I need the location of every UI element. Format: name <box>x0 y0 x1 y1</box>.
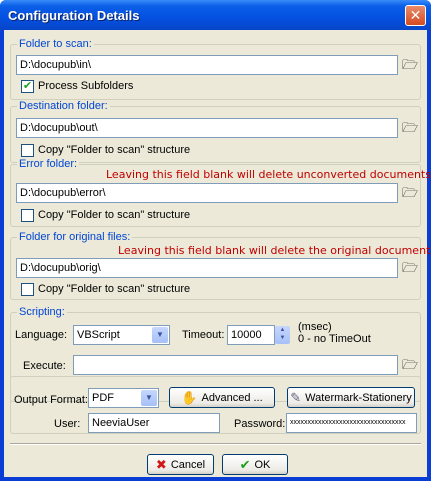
process-subfolders-checkbox[interactable]: ✔ Process Subfolders <box>21 79 133 93</box>
folder-browse-icon: 🗁 <box>401 57 419 72</box>
dest-browse-button[interactable]: 🗁 <box>401 120 419 136</box>
language-value: VBScript <box>77 329 120 341</box>
dest-group: Destination folder: D:\docupub\out\ 🗁 Co… <box>10 100 421 163</box>
timeout-unit: (msec) <box>298 321 332 333</box>
orig-copy-structure-checkbox[interactable]: Copy "Folder to scan" structure <box>21 282 190 296</box>
folder-browse-icon: 🗁 <box>401 260 419 275</box>
folder-browse-icon: 🗁 <box>401 357 419 372</box>
watermark-label: Watermark-Stationery <box>305 391 412 404</box>
scripting-legend: Scripting: <box>17 306 67 319</box>
execute-browse-button[interactable]: 🗁 <box>401 357 419 373</box>
orig-browse-button[interactable]: 🗁 <box>401 260 419 276</box>
error-copy-label: Copy "Folder to scan" structure <box>38 209 191 221</box>
title-bar[interactable]: Configuration Details ✕ <box>0 0 431 30</box>
orig-copy-label: Copy "Folder to scan" structure <box>38 283 191 295</box>
language-label: Language: <box>15 329 67 341</box>
advanced-icon: ✋ <box>181 389 198 405</box>
execute-input[interactable] <box>73 355 398 375</box>
language-select[interactable]: VBScript ▼ <box>73 325 170 345</box>
timeout-spinner[interactable]: ▲ ▼ <box>275 326 290 344</box>
footer-separator <box>10 443 421 445</box>
ok-button[interactable]: ✔ OK <box>222 454 288 475</box>
password-label: Password: <box>234 418 286 430</box>
dest-folder-input[interactable]: D:\docupub\out\ <box>16 118 398 138</box>
advanced-label: Advanced ... <box>201 391 263 404</box>
scan-browse-button[interactable]: 🗁 <box>401 57 419 73</box>
orig-copy-check-box[interactable] <box>21 282 34 296</box>
error-browse-button[interactable]: 🗁 <box>401 185 419 201</box>
watermark-icon: ✎ <box>290 389 302 405</box>
dest-copy-label: Copy "Folder to scan" structure <box>38 144 191 156</box>
password-input[interactable]: xxxxxxxxxxxxxxxxxxxxxxxxxxxxxxxxx <box>286 413 417 433</box>
error-copy-check-box[interactable] <box>21 208 34 222</box>
scan-folder-input[interactable]: D:\docupub\in\ <box>16 55 398 75</box>
dest-legend: Destination folder: <box>17 100 110 113</box>
output-format-select[interactable]: PDF ▼ <box>88 388 159 408</box>
ok-label: OK <box>254 458 271 471</box>
cancel-label: Cancel <box>170 458 206 471</box>
folder-browse-icon: 🗁 <box>401 185 419 200</box>
error-legend: Error folder: <box>17 158 80 171</box>
cancel-button[interactable]: ✖ Cancel <box>147 454 214 475</box>
close-button[interactable]: ✕ <box>405 5 426 26</box>
process-subfolders-check-icon[interactable]: ✔ <box>21 79 34 93</box>
dialog-body: Folder to scan: D:\docupub\in\ 🗁 ✔ Proce… <box>4 30 431 477</box>
error-group: Error folder: Leaving this field blank w… <box>10 158 431 227</box>
orig-folder-input[interactable]: D:\docupub\orig\ <box>16 258 398 278</box>
error-copy-structure-checkbox[interactable]: Copy "Folder to scan" structure <box>21 208 190 222</box>
scan-legend: Folder to scan: <box>17 38 94 51</box>
watermark-button[interactable]: ✎ Watermark-Stationery <box>287 387 415 408</box>
orig-legend: Folder for original files: <box>17 231 133 244</box>
chevron-down-icon[interactable]: ▼ <box>152 327 168 343</box>
error-folder-input[interactable]: D:\docupub\error\ <box>16 183 398 203</box>
timeout-label: Timeout: <box>182 329 225 341</box>
execute-label: Execute: <box>23 360 66 372</box>
error-warning: Leaving this field blank will delete unc… <box>106 168 431 181</box>
dest-copy-check-box[interactable] <box>21 143 34 157</box>
output-format-label: Output Format: <box>14 394 88 406</box>
process-subfolders-label: Process Subfolders <box>38 80 134 92</box>
user-input[interactable]: NeeviaUser <box>88 413 220 433</box>
window-title: Configuration Details <box>8 8 140 23</box>
timeout-hint: 0 - no TimeOut <box>298 333 371 345</box>
user-label: User: <box>54 418 81 430</box>
dest-copy-structure-checkbox[interactable]: Copy "Folder to scan" structure <box>21 143 190 157</box>
advanced-button[interactable]: ✋ Advanced ... <box>169 387 275 408</box>
chevron-down-icon[interactable]: ▼ <box>141 390 157 406</box>
timeout-input[interactable]: 10000 <box>227 325 275 345</box>
output-format-value: PDF <box>92 392 114 404</box>
dialog-window: Configuration Details ✕ Folder to scan: … <box>0 0 431 481</box>
orig-warning: Leaving this field blank will delete the… <box>118 244 431 257</box>
folder-browse-icon: 🗁 <box>401 120 419 135</box>
check-icon: ✔ <box>239 456 251 472</box>
close-icon: ✖ <box>155 456 167 472</box>
orig-group: Folder for original files: Leaving this … <box>10 231 431 300</box>
scan-group: Folder to scan: D:\docupub\in\ 🗁 ✔ Proce… <box>10 38 421 100</box>
